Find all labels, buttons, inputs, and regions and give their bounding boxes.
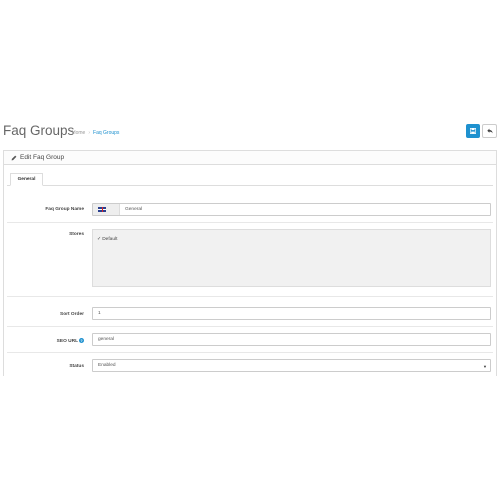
- language-prefix: [93, 204, 120, 215]
- panel-heading-title: Edit Faq Group: [20, 154, 65, 161]
- group-name-label: Faq Group Name: [45, 207, 84, 212]
- breadcrumb: Home › Faq Groups: [72, 130, 119, 136]
- pencil-icon: [11, 155, 17, 160]
- status-value: Enabled: [98, 363, 116, 368]
- seo-url-label-text: SEO URL: [56, 338, 78, 344]
- status-label: Status: [69, 364, 84, 369]
- stores-list: ✓ Default: [92, 229, 491, 287]
- page-header: Faq Groups Home › Faq Groups: [0, 120, 500, 144]
- question-circle-icon[interactable]: ?: [79, 338, 84, 343]
- checkbox-checked-icon[interactable]: ✓: [97, 236, 101, 242]
- breadcrumb-home[interactable]: Home: [72, 130, 85, 136]
- sort-order-value: 1: [98, 311, 101, 316]
- caret-down-icon: ▼: [483, 364, 487, 369]
- row-divider: [7, 352, 493, 353]
- page-title: Faq Groups: [3, 123, 75, 138]
- save-icon: [470, 128, 476, 134]
- sort-order-label: Sort Order: [60, 312, 84, 317]
- row-divider: [7, 296, 493, 297]
- seo-url-label: SEO URL?: [4, 338, 84, 344]
- group-name-field[interactable]: General: [92, 203, 491, 216]
- stores-label: Stores: [69, 232, 84, 237]
- store-item-default[interactable]: ✓ Default: [97, 236, 117, 242]
- group-name-value: General: [125, 207, 143, 212]
- row-divider: [7, 326, 493, 327]
- reply-icon: [486, 128, 493, 134]
- back-button[interactable]: [482, 124, 497, 138]
- panel-heading: Edit Faq Group: [4, 151, 496, 165]
- tab-general[interactable]: General: [10, 173, 43, 186]
- save-button[interactable]: [466, 124, 480, 138]
- status-select[interactable]: Enabled ▼: [92, 359, 491, 372]
- seo-url-value: general: [98, 337, 115, 342]
- breadcrumb-faq-groups[interactable]: Faq Groups: [93, 130, 119, 136]
- seo-url-input[interactable]: general: [92, 333, 491, 346]
- breadcrumb-separator: ›: [88, 130, 91, 136]
- edit-panel: Edit Faq Group General Faq Group Name Ge…: [3, 150, 497, 376]
- store-item-label: Default: [102, 236, 118, 242]
- tab-divider: [7, 185, 493, 186]
- row-divider: [7, 222, 493, 223]
- sort-order-input[interactable]: 1: [92, 307, 491, 320]
- uk-flag-icon: [98, 207, 106, 212]
